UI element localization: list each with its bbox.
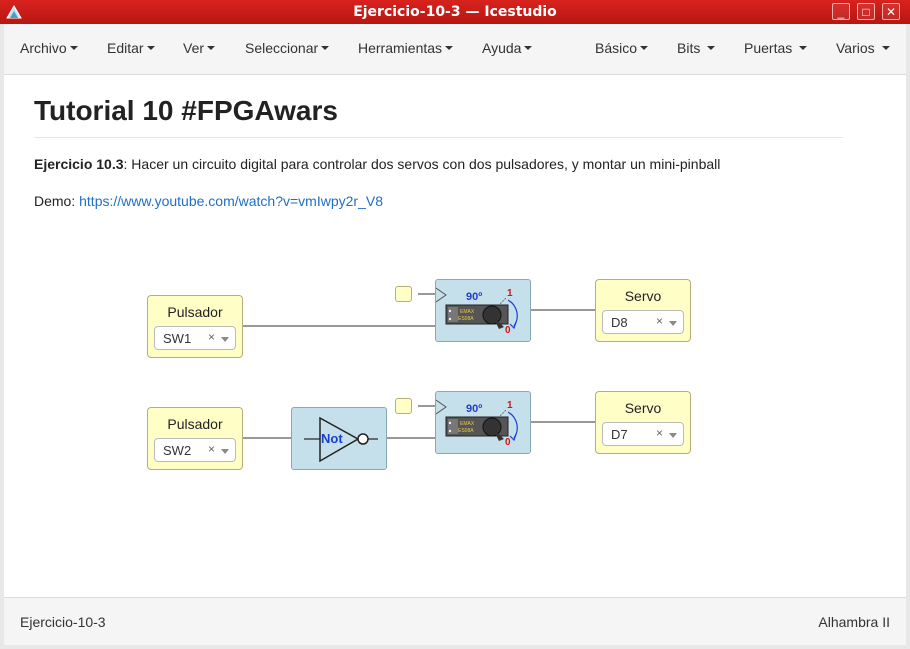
constant-input-block[interactable] bbox=[395, 286, 412, 302]
menu-label: Herramientas bbox=[358, 40, 443, 56]
pin-select[interactable]: SW1 × bbox=[154, 326, 236, 350]
chevron-down-icon[interactable] bbox=[669, 321, 677, 326]
statusbar: Ejercicio-10-3 Alhambra II bbox=[4, 597, 906, 646]
menu-ayuda[interactable]: Ayuda bbox=[482, 40, 533, 56]
servo-state-off: 0 bbox=[505, 437, 511, 448]
servo-motor-icon: 90º 1 0 EMAX ES08A bbox=[435, 399, 518, 448]
not-gate-label: Not bbox=[321, 431, 343, 446]
pin-select[interactable]: SW2 × bbox=[154, 438, 236, 462]
menu-label: Bits bbox=[677, 40, 701, 56]
maximize-icon[interactable]: □ bbox=[857, 3, 875, 20]
menu-label: Puertas bbox=[744, 40, 793, 56]
caret-down-icon bbox=[524, 46, 533, 51]
menu-label: Seleccionar bbox=[245, 40, 319, 56]
not-gate-icon: Not bbox=[304, 416, 378, 463]
chevron-down-icon[interactable] bbox=[669, 433, 677, 438]
servo-model: ES08A bbox=[458, 428, 474, 434]
servo-brand: EMAX bbox=[460, 309, 475, 315]
constant-input-block[interactable] bbox=[395, 398, 412, 414]
pin-select[interactable]: D8 × bbox=[602, 310, 684, 334]
pin-select[interactable]: D7 × bbox=[602, 422, 684, 446]
menu-bits[interactable]: Bits bbox=[677, 40, 716, 56]
servo-model: ES08A bbox=[458, 316, 474, 322]
servo-angle: 90º bbox=[466, 403, 482, 415]
board-selector[interactable]: Alhambra II bbox=[818, 614, 890, 630]
caret-down-icon bbox=[799, 46, 808, 51]
window-frame-bottom bbox=[0, 645, 910, 649]
design-canvas[interactable]: Tutorial 10 #FPGAwars Ejercicio 10.3: Ha… bbox=[4, 75, 906, 597]
caret-down-icon bbox=[881, 46, 890, 51]
caret-down-icon bbox=[321, 46, 330, 51]
menu-label: Ver bbox=[183, 40, 205, 56]
block-label: Pulsador bbox=[167, 304, 223, 320]
block-label: Servo bbox=[624, 400, 662, 416]
menu-puertas[interactable]: Puertas bbox=[744, 40, 808, 56]
input-pulsador-block[interactable]: Pulsador SW1 × bbox=[147, 295, 243, 358]
menu-herramientas[interactable]: Herramientas bbox=[358, 40, 454, 56]
not-gate-block[interactable]: Not bbox=[291, 407, 387, 470]
chevron-down-icon[interactable] bbox=[221, 449, 229, 454]
menu-archivo[interactable]: Archivo bbox=[20, 40, 78, 56]
servo-state-on: 1 bbox=[507, 400, 513, 411]
pin-value: D7 bbox=[611, 427, 628, 442]
pin-value: SW2 bbox=[163, 443, 192, 458]
minimize-icon[interactable]: _ bbox=[832, 3, 850, 20]
menu-label: Básico bbox=[595, 40, 638, 56]
block-label: Servo bbox=[624, 288, 662, 304]
pin-value: D8 bbox=[611, 315, 628, 330]
servo-brand: EMAX bbox=[460, 421, 475, 427]
input-pulsador-block[interactable]: Pulsador SW2 × bbox=[147, 407, 243, 470]
output-servo-block[interactable]: Servo D7 × bbox=[595, 391, 691, 454]
close-icon[interactable]: ✕ bbox=[882, 3, 900, 20]
menu-editar[interactable]: Editar bbox=[107, 40, 155, 56]
servo-block[interactable]: 90º 1 0 EMAX ES08A bbox=[435, 279, 531, 342]
menu-label: Archivo bbox=[20, 40, 67, 56]
servo-angle: 90º bbox=[466, 291, 482, 303]
menu-label: Varios bbox=[836, 40, 875, 56]
caret-down-icon bbox=[207, 46, 216, 51]
output-servo-block[interactable]: Servo D8 × bbox=[595, 279, 691, 342]
chevron-down-icon[interactable] bbox=[221, 337, 229, 342]
servo-state-on: 1 bbox=[507, 288, 513, 299]
menu-label: Editar bbox=[107, 40, 144, 56]
caret-down-icon bbox=[69, 46, 78, 51]
caret-down-icon bbox=[707, 46, 716, 51]
caret-down-icon bbox=[445, 46, 454, 51]
window-frame-right bbox=[906, 24, 910, 649]
menubar: Archivo Editar Ver Seleccionar Herramien… bbox=[4, 24, 906, 75]
caret-down-icon bbox=[146, 46, 155, 51]
servo-state-off: 0 bbox=[505, 325, 511, 336]
menu-basico[interactable]: Básico bbox=[595, 40, 649, 56]
menu-seleccionar[interactable]: Seleccionar bbox=[245, 40, 330, 56]
clear-icon[interactable]: × bbox=[656, 314, 663, 328]
menu-ver[interactable]: Ver bbox=[183, 40, 216, 56]
clear-icon[interactable]: × bbox=[656, 426, 663, 440]
project-name: Ejercicio-10-3 bbox=[20, 614, 106, 630]
servo-block[interactable]: 90º 1 0 EMAX ES08A bbox=[435, 391, 531, 454]
window-title: Ejercicio-10-3 — Icestudio bbox=[353, 4, 557, 20]
block-label: Pulsador bbox=[167, 416, 223, 432]
servo-motor-icon: 90º 1 0 EMAX ES08A bbox=[435, 287, 518, 336]
window-titlebar: Ejercicio-10-3 — Icestudio _ □ ✕ bbox=[0, 0, 910, 24]
menu-label: Ayuda bbox=[482, 40, 522, 56]
clear-icon[interactable]: × bbox=[208, 330, 215, 344]
pin-value: SW1 bbox=[163, 331, 192, 346]
caret-down-icon bbox=[640, 46, 649, 51]
clear-icon[interactable]: × bbox=[208, 442, 215, 456]
menu-varios[interactable]: Varios bbox=[836, 40, 890, 56]
